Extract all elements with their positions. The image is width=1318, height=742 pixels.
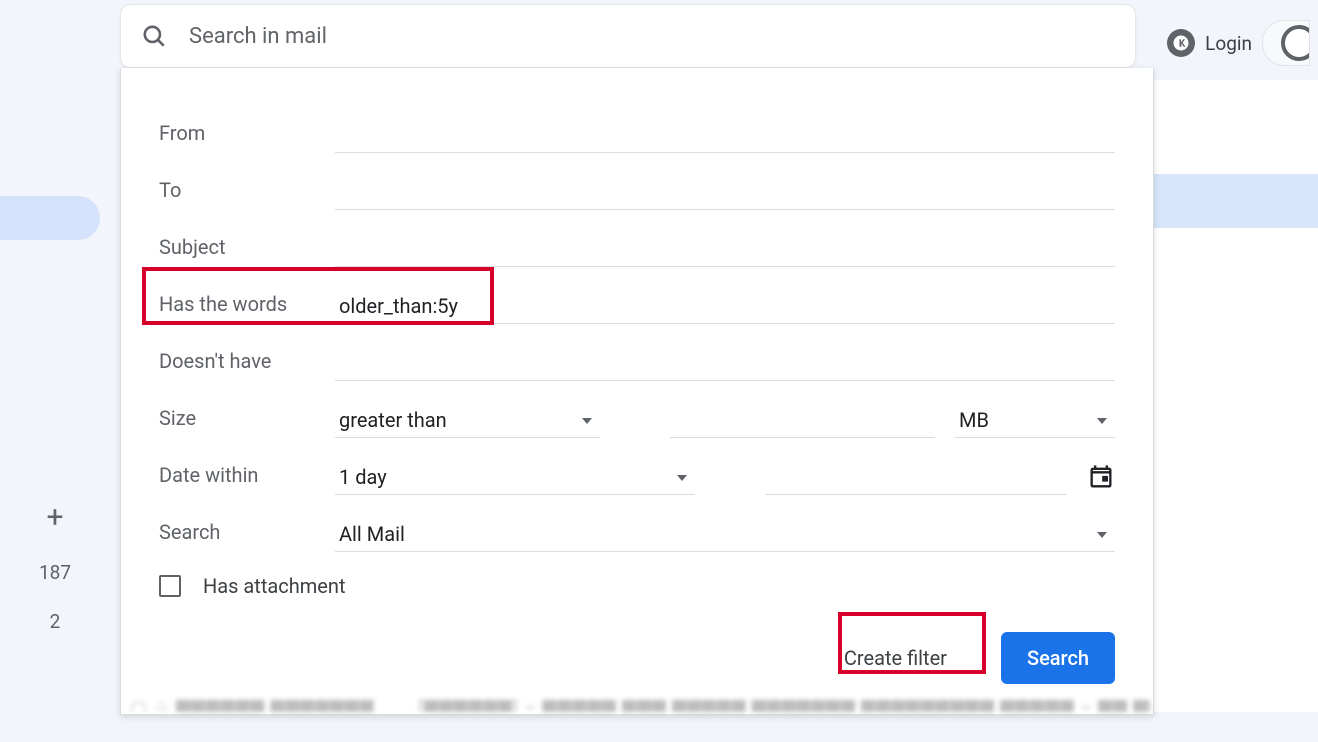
chevron-down-icon — [1097, 418, 1107, 424]
sidebar-bottom: + 187 2 — [0, 500, 110, 633]
date-label: Date within — [159, 463, 315, 495]
search-scope-label: Search — [159, 520, 315, 552]
create-filter-button[interactable]: Create filter — [818, 632, 973, 684]
date-range-value: 1 day — [339, 465, 387, 489]
size-op-select[interactable]: greater than — [335, 404, 600, 438]
login-link[interactable]: Login — [1205, 32, 1252, 55]
date-value-input[interactable] — [765, 461, 1067, 495]
right-pill[interactable] — [1262, 20, 1310, 66]
search-scope-select[interactable]: All Mail — [335, 518, 1115, 552]
search-placeholder: Search in mail — [189, 24, 327, 49]
date-range-select[interactable]: 1 day — [335, 461, 695, 495]
size-label: Size — [159, 406, 315, 438]
search-icon — [141, 23, 167, 49]
has-attachment-label: Has attachment — [203, 574, 346, 598]
size-unit-value: MB — [959, 408, 989, 432]
has-attachment-checkbox[interactable] — [159, 575, 181, 597]
from-label: From — [159, 121, 315, 153]
calendar-icon[interactable] — [1087, 463, 1115, 491]
sidebar-count-1: 187 — [39, 561, 71, 584]
extension-badge-icon[interactable] — [1167, 29, 1195, 57]
to-input[interactable] — [335, 176, 1115, 210]
sidebar-count-2: 2 — [50, 610, 61, 633]
size-op-value: greater than — [339, 408, 447, 432]
chevron-down-icon — [582, 418, 592, 424]
chevron-down-icon — [677, 475, 687, 481]
advanced-search-panel: From To Subject Has the words older_than… — [120, 68, 1154, 715]
mail-list-selected-row — [1154, 174, 1318, 228]
to-label: To — [159, 178, 315, 210]
size-unit-select[interactable]: MB — [955, 404, 1115, 438]
plus-icon[interactable]: + — [46, 500, 63, 535]
subject-label: Subject — [159, 235, 315, 267]
haswords-label: Has the words — [159, 292, 315, 324]
circle-icon — [1281, 25, 1310, 61]
subject-input[interactable] — [335, 233, 1115, 267]
mail-row-blur: ▢ ☆ ▇▇▇▇▇▇ ▇▇▇▇▇▇▇ [▇▇▇▇▇▇] – ▇▇▇▇▇ ▇▇▇ … — [130, 698, 1150, 712]
haswords-input[interactable]: older_than:5y — [335, 290, 1115, 324]
nothave-input[interactable] — [335, 347, 1115, 381]
search-bar[interactable]: Search in mail — [120, 4, 1136, 68]
search-button[interactable]: Search — [1001, 632, 1115, 684]
search-scope-value: All Mail — [339, 522, 405, 546]
sidebar-selected-pill — [0, 196, 100, 240]
chevron-down-icon — [1097, 532, 1107, 538]
haswords-value: older_than:5y — [339, 294, 458, 318]
from-input[interactable] — [335, 119, 1115, 153]
size-value-input[interactable] — [670, 404, 935, 438]
nothave-label: Doesn't have — [159, 349, 315, 381]
